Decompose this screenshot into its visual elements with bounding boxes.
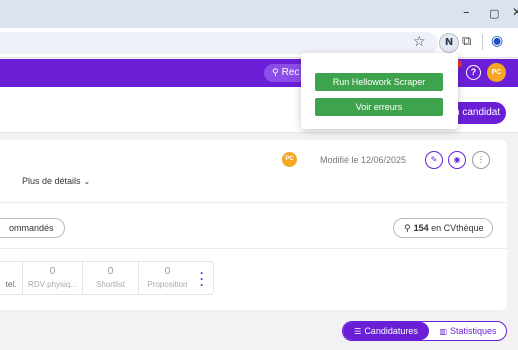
address-bar[interactable] bbox=[0, 32, 438, 54]
help-icon[interactable]: ? bbox=[466, 65, 481, 80]
stat-value: 0 bbox=[107, 266, 114, 277]
edit-icon[interactable]: ✎ bbox=[425, 151, 443, 169]
maximize-icon[interactable]: ▢ bbox=[489, 7, 499, 20]
stat-label: Shortlist bbox=[96, 280, 125, 289]
view-icon[interactable]: ◉ bbox=[448, 151, 466, 169]
view-toggle: ☰ Candidatures ▥ Statistiques bbox=[342, 321, 507, 341]
stats-more-icon[interactable]: · · · bbox=[200, 267, 204, 291]
extensions-puzzle-icon[interactable]: ⧉ bbox=[462, 34, 471, 49]
card-divider bbox=[0, 248, 507, 249]
cvtheque-count: 154 bbox=[413, 223, 429, 233]
card-divider bbox=[0, 202, 507, 203]
more-options-icon[interactable]: ⋮ bbox=[472, 151, 490, 169]
run-scraper-button[interactable]: Run Hellowork Scraper bbox=[315, 73, 443, 91]
modified-date: Modifié le 12/06/2025 bbox=[320, 155, 407, 165]
stat-label: tel. bbox=[5, 280, 17, 289]
stat-label: RDV physiq... bbox=[28, 280, 77, 289]
tab-candidatures[interactable]: ☰ Candidatures bbox=[343, 322, 429, 340]
bar-chart-icon: ▥ bbox=[439, 327, 448, 336]
owner-avatar: PC bbox=[282, 152, 297, 167]
tab-statistiques-label: Statistiques bbox=[450, 326, 497, 336]
list-icon: ☰ bbox=[354, 327, 362, 336]
search-button-label: Rec bbox=[281, 67, 300, 78]
extension-popup: Run Hellowork Scraper Voir erreurs bbox=[301, 53, 458, 129]
tab-statistiques[interactable]: ▥ Statistiques bbox=[429, 322, 506, 340]
window-titlebar: – ▢ ✕ bbox=[0, 0, 518, 28]
search-icon: ⚲ bbox=[404, 224, 411, 234]
view-errors-button[interactable]: Voir erreurs bbox=[315, 98, 443, 116]
stat-label: Proposition bbox=[147, 280, 188, 289]
stat-value bbox=[0, 266, 22, 277]
toolbar-divider bbox=[482, 34, 483, 50]
cvtheque-label: en CVthèque bbox=[431, 223, 484, 233]
stat-tel[interactable]: tel. bbox=[0, 262, 22, 294]
job-card: PC Modifié le 12/06/2025 ✎ ◉ ⋮ Plus de d… bbox=[0, 140, 507, 310]
more-details-label: Plus de détails bbox=[22, 176, 81, 186]
stat-proposition[interactable]: 0 Proposition bbox=[138, 262, 196, 294]
stat-rdv-physique[interactable]: 0 RDV physiq... bbox=[22, 262, 82, 294]
chevron-down-icon: ⌄ bbox=[83, 177, 91, 186]
search-icon: ⚲ bbox=[272, 68, 279, 78]
close-icon[interactable]: ✕ bbox=[512, 5, 518, 19]
recommended-button[interactable]: ommandés bbox=[0, 218, 65, 238]
stat-value: 0 bbox=[49, 266, 56, 277]
pipeline-stats: tel. 0 RDV physiq... 0 Shortlist 0 Propo… bbox=[0, 261, 214, 295]
profile-icon[interactable]: ◉ bbox=[491, 33, 503, 49]
cvtheque-search-button[interactable]: ⚲ 154 en CVthèque bbox=[393, 218, 493, 238]
more-details-toggle[interactable]: Plus de détails ⌄ bbox=[22, 176, 90, 186]
avatar[interactable]: PC bbox=[487, 63, 506, 82]
extension-icon[interactable]: N bbox=[439, 33, 459, 53]
stat-value: 0 bbox=[164, 266, 171, 277]
tab-candidatures-label: Candidatures bbox=[364, 326, 418, 336]
stat-shortlist[interactable]: 0 Shortlist bbox=[82, 262, 138, 294]
minimize-icon[interactable]: – bbox=[463, 5, 470, 20]
bookmark-star-icon[interactable]: ☆ bbox=[413, 34, 426, 50]
